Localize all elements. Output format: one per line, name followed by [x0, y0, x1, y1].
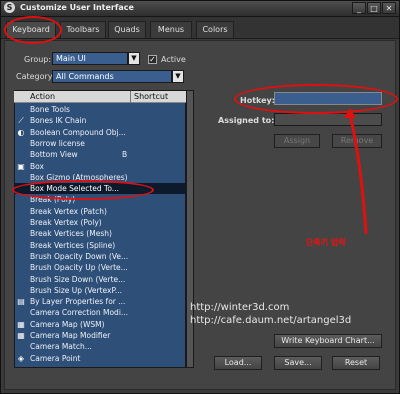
watermark-url-1: http://winter3d.com: [190, 302, 290, 313]
list-item-label: Bones IK Chain: [30, 116, 87, 126]
list-item-label: Brush Opacity Up (Verte...: [30, 263, 128, 273]
list-item-label: Camera Map (WSM): [30, 319, 105, 329]
list-item[interactable]: ◐ Boolean Compound Obj...: [14, 127, 186, 138]
list-scrollbar[interactable]: [186, 90, 194, 368]
write-keyboard-chart-button[interactable]: Write Keyboard Chart...: [274, 334, 382, 348]
app-logo-icon: S: [4, 2, 15, 13]
group-label: Group:: [24, 55, 52, 64]
window-title: Customize User Interface: [20, 3, 134, 12]
chevron-down-icon[interactable]: ▼: [172, 70, 184, 83]
list-item[interactable]: Break Vertex (Patch): [14, 206, 186, 217]
column-action[interactable]: Action: [30, 92, 55, 101]
category-label: Category:: [16, 72, 55, 81]
list-item[interactable]: Brush Size Down (Verte...: [14, 274, 186, 285]
list-item-label: Borrow license: [30, 138, 85, 148]
list-item-shortcut: B: [122, 150, 128, 160]
category-select[interactable]: All Commands: [52, 70, 172, 83]
reset-button[interactable]: Reset: [332, 356, 380, 370]
close-button[interactable]: ✕: [382, 2, 396, 14]
list-item-label: Brush Size Up (VertexP...: [30, 285, 122, 295]
column-shortcut[interactable]: Shortcut: [134, 92, 168, 101]
tab-toolbars[interactable]: Toolbars: [60, 21, 106, 38]
active-label: Active: [161, 55, 186, 64]
list-item-label: Camera Point: [30, 353, 81, 363]
tab-colors[interactable]: Colors: [196, 21, 234, 38]
chevron-down-icon[interactable]: ▼: [128, 52, 140, 65]
layer-icon: ▤: [17, 297, 25, 307]
list-item[interactable]: ⟋ Bones IK Chain: [14, 115, 186, 126]
watermark-url-2: http://cafe.daum.net/artangel3d: [190, 315, 352, 326]
list-item[interactable]: Camera Correction Modi...: [14, 307, 186, 318]
list-item-label: Camera Correction Modi...: [30, 308, 129, 318]
annotation-arrow: [344, 108, 368, 235]
bones-icon: ⟋: [18, 116, 24, 126]
list-item[interactable]: Brush Size Up (VertexP...: [14, 285, 186, 296]
list-item[interactable]: Bottom View B: [14, 149, 186, 160]
column-divider: [130, 91, 131, 103]
list-item[interactable]: Break Vertices (Mesh): [14, 228, 186, 239]
group-select[interactable]: Main UI: [52, 52, 128, 65]
load-button[interactable]: Load...: [214, 356, 262, 370]
annotation-circle-keyboard-tab: [4, 16, 62, 44]
list-item[interactable]: ▣ Box: [14, 161, 186, 172]
list-item[interactable]: Brush Opacity Down (Ve...: [14, 251, 186, 262]
camera-map-icon: ▦: [17, 331, 25, 340]
list-item-label: Break Vertices (Spline): [30, 240, 116, 250]
list-item[interactable]: Camera Match...: [14, 341, 186, 352]
list-item-label: Break Vertices (Mesh): [30, 229, 112, 239]
assigned-to-label: Assigned to:: [218, 116, 275, 125]
annotation-circle-selected-row: [12, 180, 154, 200]
camera-point-icon: ◈: [17, 353, 25, 363]
list-item-label: Brush Opacity Down (Ve...: [30, 251, 129, 261]
list-item[interactable]: ▤ By Layer Properties for ...: [14, 296, 186, 307]
list-item-label: Box: [30, 161, 44, 171]
list-item-label: Bottom View: [30, 150, 78, 160]
annotation-text: 단축키 입력: [306, 238, 346, 247]
boolean-icon: ◐: [17, 127, 25, 137]
list-item-label: Boolean Compound Obj...: [30, 127, 126, 137]
list-item[interactable]: ▦ Camera Map (WSM): [14, 319, 186, 330]
maximize-button[interactable]: □: [367, 2, 381, 14]
list-item-label: Break Vertex (Patch): [30, 206, 107, 216]
box-icon: ▣: [17, 161, 25, 171]
list-item-label: Brush Size Down (Verte...: [30, 274, 126, 284]
tab-menus[interactable]: Menus: [150, 21, 192, 38]
list-item[interactable]: ◈ Camera Point: [14, 353, 186, 364]
list-item[interactable]: Brush Opacity Up (Verte...: [14, 262, 186, 273]
list-header: Action Shortcut: [14, 91, 186, 103]
save-button[interactable]: Save...: [274, 356, 322, 370]
list-item-label: Camera Map Modifier: [30, 331, 111, 340]
list-item-label: Break Vertex (Poly): [30, 218, 102, 227]
list-item[interactable]: Break Vertices (Spline): [14, 240, 186, 251]
minimize-button[interactable]: _: [352, 2, 366, 14]
active-checkbox[interactable]: ✓: [148, 55, 157, 64]
list-item[interactable]: Break Vertex (Poly): [14, 217, 186, 228]
camera-map-icon: ▦: [17, 319, 25, 329]
list-item[interactable]: ▦ Camera Map Modifier: [14, 330, 186, 341]
list-item-label: Camera Match...: [30, 342, 92, 352]
list-item[interactable]: Bone Tools: [14, 104, 186, 115]
list-item-label: By Layer Properties for ...: [30, 297, 126, 307]
tab-quads[interactable]: Quads: [108, 21, 146, 38]
list-item[interactable]: Borrow license: [14, 138, 186, 149]
list-item-label: Bone Tools: [30, 105, 70, 114]
assign-button[interactable]: Assign: [274, 134, 320, 148]
